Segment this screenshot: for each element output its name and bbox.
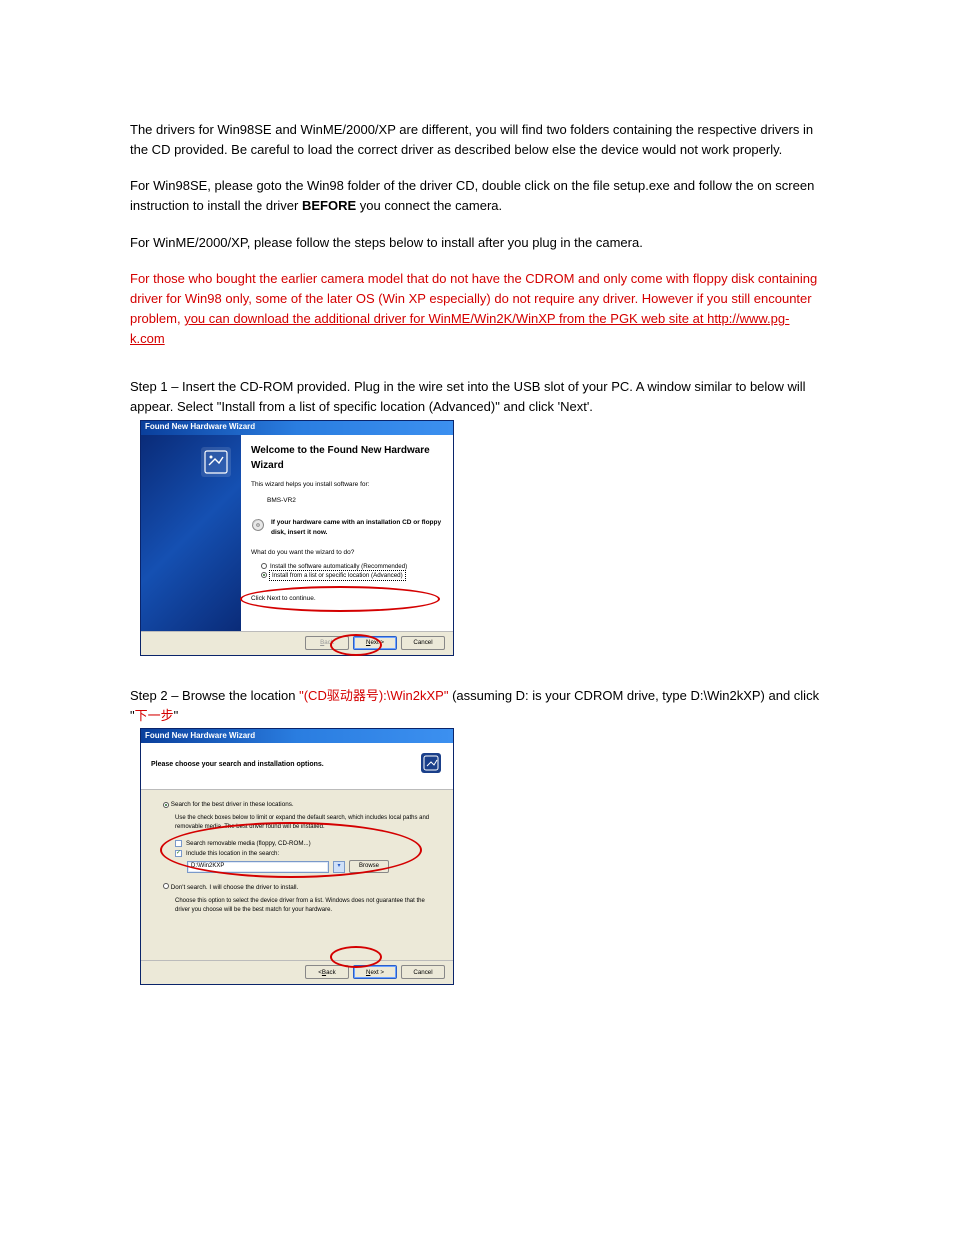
checkbox-label: Search removable media (floppy, CD-ROM..… xyxy=(186,839,311,849)
wizard2-checkbox-include[interactable]: Include this location in the search: xyxy=(175,848,439,858)
cancel-button[interactable]: Cancel xyxy=(401,636,445,650)
wizard1-subtext: This wizard helps you install software f… xyxy=(251,480,443,490)
wizard2-checkbox-removable[interactable]: Search removable media (floppy, CD-ROM..… xyxy=(175,838,439,848)
radio-icon xyxy=(261,563,267,569)
step-2-text: Step 2 – Browse the location "(CD驱动器号):\… xyxy=(130,686,824,726)
wizard2-radio-search-best[interactable]: Search for the best driver in these loca… xyxy=(163,800,439,810)
wizard1-titlebar: Found New Hardware Wizard xyxy=(141,421,453,435)
radio-label: Install from a list or specific location… xyxy=(270,571,405,581)
wizard2-dialog: Found New Hardware Wizard Please choose … xyxy=(140,728,454,985)
radio-icon xyxy=(261,572,267,578)
browse-button[interactable]: Browse xyxy=(349,860,389,873)
radio-icon xyxy=(163,883,169,889)
radio-label: Don't search. I will choose the driver t… xyxy=(171,884,299,891)
next-button[interactable]: Next > xyxy=(353,636,397,650)
checkbox-icon xyxy=(175,840,182,847)
wizard2-header-text: Please choose your search and installati… xyxy=(151,760,324,771)
wizard1-sidebar-image xyxy=(141,435,241,631)
radio-label: Search for the best driver in these loca… xyxy=(171,801,294,808)
wizard1-dialog: Found New Hardware Wizard Welcome to the… xyxy=(140,420,454,656)
wizard2-radio-dont-search[interactable]: Don't search. I will choose the driver t… xyxy=(163,883,439,893)
wizard2-desc2: Choose this option to select the device … xyxy=(175,897,439,916)
paragraph: For WinME/2000/XP, please follow the ste… xyxy=(130,233,824,253)
download-link[interactable]: you can download the additional driver f… xyxy=(130,311,789,346)
paragraph: For Win98SE, please goto the Win98 folde… xyxy=(130,176,824,216)
wizard1-radio-auto[interactable]: Install the software automatically (Reco… xyxy=(261,562,443,571)
wizard1-radio-specific[interactable]: Install from a list or specific location… xyxy=(261,571,443,580)
wizard2-header-icon xyxy=(419,751,443,781)
wizard2-desc1: Use the check boxes below to limit or ex… xyxy=(175,814,439,833)
path-input[interactable]: D:\Win2KXP xyxy=(187,861,329,873)
radio-icon xyxy=(163,802,169,808)
step-1-text: Step 1 – Insert the CD-ROM provided. Plu… xyxy=(130,377,824,417)
checkbox-icon xyxy=(175,850,182,857)
wizard1-continue-text: Click Next to continue. xyxy=(251,594,443,604)
wizard1-cd-text: If your hardware came with an installati… xyxy=(271,518,443,538)
paragraph: For those who bought the earlier camera … xyxy=(130,269,824,350)
dropdown-button[interactable]: ▾ xyxy=(333,861,345,873)
wizard2-titlebar: Found New Hardware Wizard xyxy=(141,729,453,743)
wizard1-question: What do you want the wizard to do? xyxy=(251,548,443,558)
next-button[interactable]: Next > xyxy=(353,965,397,979)
back-button[interactable]: < Back xyxy=(305,965,349,979)
paragraph: The drivers for Win98SE and WinME/2000/X… xyxy=(130,120,824,160)
checkbox-label: Include this location in the search: xyxy=(186,849,279,859)
wizard1-device-name: BMS-VR2 xyxy=(267,496,443,506)
back-button: Back xyxy=(305,636,349,650)
cancel-button[interactable]: Cancel xyxy=(401,965,445,979)
document-body: The drivers for Win98SE and WinME/2000/X… xyxy=(130,120,824,985)
cd-icon xyxy=(251,518,265,532)
wizard1-heading: Welcome to the Found New Hardware Wizard xyxy=(251,443,443,474)
